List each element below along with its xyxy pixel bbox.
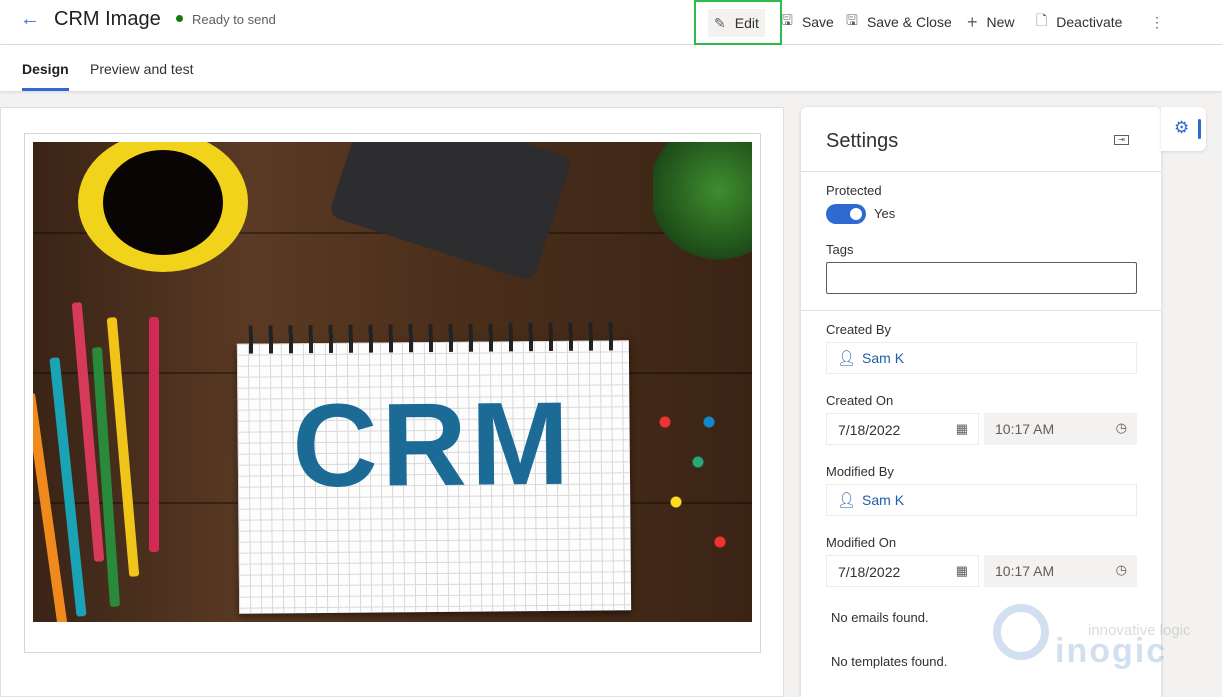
clock-icon: ◷	[1115, 420, 1127, 435]
side-rail: ⚙	[1161, 107, 1206, 151]
command-bar: ← CRM Image Ready to send ✎ Edit 🖫 Save 🖫 S…	[0, 0, 1222, 45]
crm-lettering: CRM	[291, 377, 574, 513]
notebook: CRM	[236, 322, 632, 614]
tab-design[interactable]: Design	[22, 61, 69, 91]
modified-on-date[interactable]: 7/18/2022 ▦	[826, 555, 979, 587]
person-icon: 👤︎	[837, 492, 857, 509]
tab-preview-and-test[interactable]: Preview and test	[90, 61, 194, 77]
calendar-icon[interactable]: ▦	[956, 563, 968, 579]
protected-toggle[interactable]	[826, 204, 866, 224]
collapse-panel-icon[interactable]: ⇥	[1114, 135, 1129, 145]
save-label: Save	[801, 14, 834, 30]
created-by-label: Created By	[826, 322, 892, 337]
calculator	[328, 142, 573, 283]
modified-on-time: 10:17 AM ◷	[984, 555, 1137, 587]
no-emails-text: No emails found.	[831, 610, 929, 625]
active-indicator	[1198, 119, 1201, 139]
created-on-date[interactable]: 7/18/2022 ▦	[826, 413, 979, 445]
status-dot-icon	[176, 15, 183, 22]
save-close-label: Save & Close	[866, 14, 952, 30]
push-pins	[643, 382, 752, 582]
tab-bar: Design Preview and test	[0, 45, 1222, 91]
clock-icon: ◷	[1115, 562, 1127, 577]
deactivate-button[interactable]: 🗋 Deactivate	[1036, 8, 1122, 36]
design-canvas: CRM	[0, 107, 784, 697]
new-button[interactable]: + New	[967, 8, 1015, 36]
back-arrow-icon[interactable]: ←	[20, 8, 40, 31]
save-icon: 🖫	[781, 12, 793, 28]
modified-by-lookup[interactable]: 👤︎ Sam K	[826, 484, 1137, 516]
save-close-button[interactable]: 🖫 Save & Close	[846, 8, 952, 36]
new-label: New	[986, 14, 1015, 30]
created-on-date-value: 7/18/2022	[838, 422, 901, 438]
modified-on-time-value: 10:17 AM	[995, 563, 1055, 579]
save-close-icon: 🖫	[846, 12, 858, 28]
tags-label: Tags	[826, 242, 854, 257]
pencil-icon: ✎	[714, 14, 726, 31]
edit-label: Edit	[734, 15, 759, 31]
tags-input[interactable]	[826, 262, 1137, 294]
created-on-label: Created On	[826, 393, 894, 408]
edit-button[interactable]: ✎ Edit	[708, 9, 765, 37]
gear-icon[interactable]: ⚙	[1174, 118, 1189, 138]
watermark-brand: inogic	[1055, 632, 1168, 670]
more-commands-icon[interactable]: ⋮	[1150, 8, 1164, 36]
modified-by-label: Modified By	[826, 464, 894, 479]
plant	[653, 142, 752, 262]
created-on-time: 10:17 AM ◷	[984, 413, 1137, 445]
protected-label: Protected	[826, 183, 882, 198]
coffee-cup	[78, 142, 248, 272]
plus-icon: +	[967, 11, 978, 32]
page-title: CRM Image	[54, 8, 161, 30]
image-block[interactable]: CRM	[24, 133, 761, 653]
crm-image: CRM	[33, 142, 752, 622]
status-text: Ready to send	[192, 12, 276, 27]
created-by-lookup[interactable]: 👤︎ Sam K	[826, 342, 1137, 374]
created-on-time-value: 10:17 AM	[995, 421, 1055, 437]
edit-highlight: ✎ Edit	[694, 0, 782, 45]
settings-title: Settings	[826, 130, 899, 152]
deactivate-icon: 🗋	[1036, 12, 1048, 28]
settings-panel: Settings ⇥ Protected Yes Tags Created By…	[801, 107, 1161, 697]
created-by-value[interactable]: Sam K	[862, 350, 904, 366]
modified-on-date-value: 7/18/2022	[838, 564, 901, 580]
no-templates-text: No templates found.	[831, 654, 948, 669]
modified-on-label: Modified On	[826, 535, 897, 550]
modified-by-value[interactable]: Sam K	[862, 492, 904, 508]
calendar-icon[interactable]: ▦	[956, 421, 968, 437]
status-badge: Ready to send	[176, 12, 276, 27]
deactivate-label: Deactivate	[1056, 14, 1123, 30]
save-button[interactable]: 🖫 Save	[781, 8, 834, 36]
protected-value: Yes	[874, 206, 896, 221]
person-icon: 👤︎	[837, 350, 857, 367]
